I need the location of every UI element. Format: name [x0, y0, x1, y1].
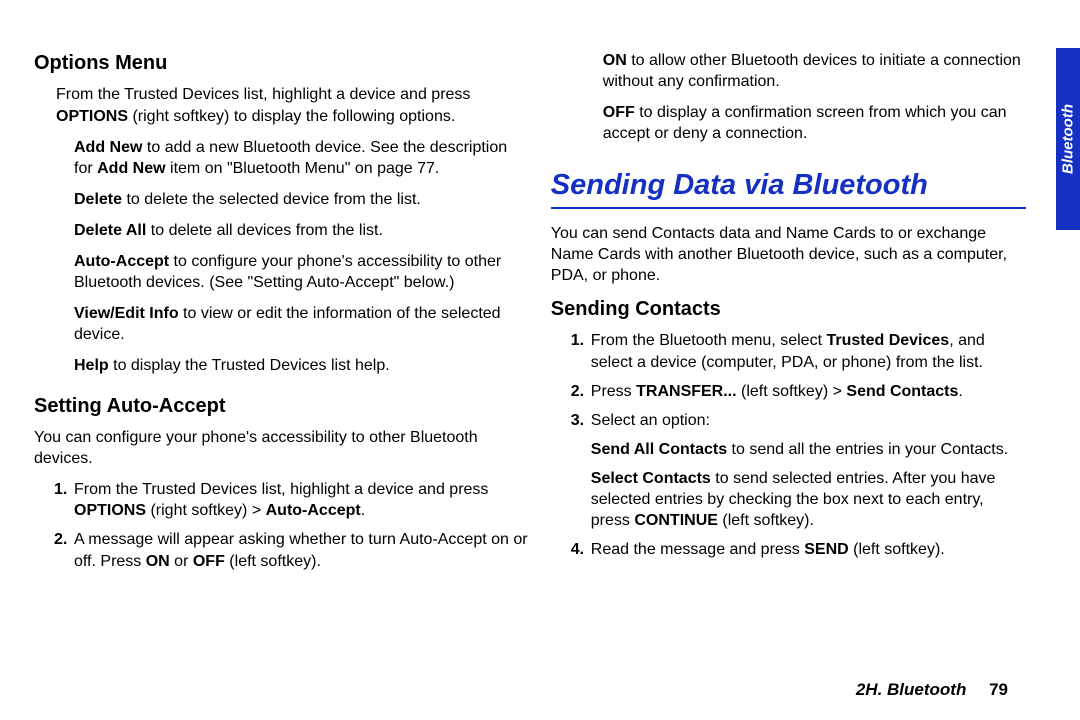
heading-underline [551, 207, 1026, 209]
option-select-contacts: Select Contacts to send selected entries… [591, 468, 1026, 531]
step-number: 1. [571, 330, 584, 351]
text: or [170, 553, 193, 570]
menu-trusted-devices: Trusted Devices [826, 332, 949, 349]
text: From the Trusted Devices list, highlight… [74, 481, 488, 498]
option-send-all: Send All Contacts to send all the entrie… [591, 439, 1026, 460]
option-view-edit-info: View/Edit Info to view or edit the infor… [34, 303, 529, 345]
heading-options-menu: Options Menu [34, 50, 529, 76]
page-footer: 2H. Bluetooth 79 [856, 680, 1008, 700]
step-1: 1. From the Trusted Devices list, highli… [74, 479, 529, 521]
step-number: 2. [571, 381, 584, 402]
auto-accept-steps: 1. From the Trusted Devices list, highli… [34, 479, 529, 571]
step-number: 2. [54, 529, 67, 550]
menu-send-contacts: Send Contacts [846, 383, 958, 400]
step-2: 2. A message will appear asking whether … [74, 529, 529, 571]
sending-contacts-steps: 1. From the Bluetooth menu, select Trust… [551, 330, 1026, 560]
softkey-send: SEND [804, 541, 848, 558]
option-delete-all: Delete All to delete all devices from th… [34, 220, 529, 241]
label: Select Contacts [591, 470, 711, 487]
label-off: OFF [603, 104, 635, 121]
heading-sending-contacts: Sending Contacts [551, 296, 1026, 322]
manual-page: Options Menu From the Trusted Devices li… [0, 0, 1080, 720]
step-number: 4. [571, 539, 584, 560]
label: Delete All [74, 222, 146, 239]
step-3: 3. Select an option: Send All Contacts t… [591, 410, 1026, 532]
text: to allow other Bluetooth devices to init… [603, 52, 1021, 90]
text: (right softkey) > [146, 502, 266, 519]
column-left: Options Menu From the Trusted Devices li… [34, 50, 529, 700]
option-delete: Delete to delete the selected device fro… [34, 189, 529, 210]
menu-auto-accept: Auto-Accept [266, 502, 361, 519]
softkey-transfer: TRANSFER... [636, 383, 736, 400]
label: Add New [74, 139, 142, 156]
text: Press [591, 383, 636, 400]
text: (left softkey). [718, 512, 814, 529]
text: . [958, 383, 962, 400]
option-on: ON to allow other Bluetooth devices to i… [551, 50, 1026, 92]
label: View/Edit Info [74, 305, 179, 322]
column-right: ON to allow other Bluetooth devices to i… [551, 50, 1046, 700]
text: to send all the entries in your Contacts… [727, 441, 1008, 458]
text: to delete all devices from the list. [146, 222, 383, 239]
step-4: 4. Read the message and press SEND (left… [591, 539, 1026, 560]
label-on: ON [146, 553, 170, 570]
label-off: OFF [193, 553, 225, 570]
label: Auto-Accept [74, 253, 169, 270]
label: Help [74, 357, 109, 374]
footer-section: 2H. Bluetooth [856, 680, 967, 699]
step-number: 1. [54, 479, 67, 500]
text: to delete the selected device from the l… [122, 191, 421, 208]
step-number: 3. [571, 410, 584, 431]
label: Add New [97, 160, 165, 177]
text: (right softkey) to display the following… [128, 108, 455, 125]
step-2: 2. Press TRANSFER... (left softkey) > Se… [591, 381, 1026, 402]
option-off: OFF to display a confirmation screen fro… [551, 102, 1026, 144]
option-help: Help to display the Trusted Devices list… [34, 355, 529, 376]
page-number: 79 [989, 680, 1008, 699]
label: Send All Contacts [591, 441, 727, 458]
label: Delete [74, 191, 122, 208]
text: (left softkey) > [737, 383, 847, 400]
step-1: 1. From the Bluetooth menu, select Trust… [591, 330, 1026, 372]
sending-intro: You can send Contacts data and Name Card… [551, 223, 1026, 286]
text: item on "Bluetooth Menu" on page 77. [166, 160, 440, 177]
text: From the Bluetooth menu, select [591, 332, 827, 349]
text: . [361, 502, 365, 519]
setting-intro: You can configure your phone's accessibi… [34, 427, 529, 469]
softkey-options: OPTIONS [74, 502, 146, 519]
heading-setting-auto-accept: Setting Auto-Accept [34, 393, 529, 419]
section-tab-bluetooth: Bluetooth [1056, 48, 1080, 230]
softkey-continue: CONTINUE [634, 512, 718, 529]
text: to display a confirmation screen from wh… [603, 104, 1007, 142]
text: (left softkey). [225, 553, 321, 570]
option-add-new: Add New to add a new Bluetooth device. S… [34, 137, 529, 179]
text: From the Trusted Devices list, highlight… [56, 86, 470, 103]
text: (left softkey). [849, 541, 945, 558]
text: Select an option: [591, 412, 710, 429]
text: to display the Trusted Devices list help… [109, 357, 390, 374]
label-on: ON [603, 52, 627, 69]
heading-sending-data: Sending Data via Bluetooth [551, 166, 1026, 204]
softkey-options: OPTIONS [56, 108, 128, 125]
options-intro: From the Trusted Devices list, highlight… [34, 84, 529, 126]
text: Read the message and press [591, 541, 804, 558]
option-auto-accept: Auto-Accept to configure your phone's ac… [34, 251, 529, 293]
